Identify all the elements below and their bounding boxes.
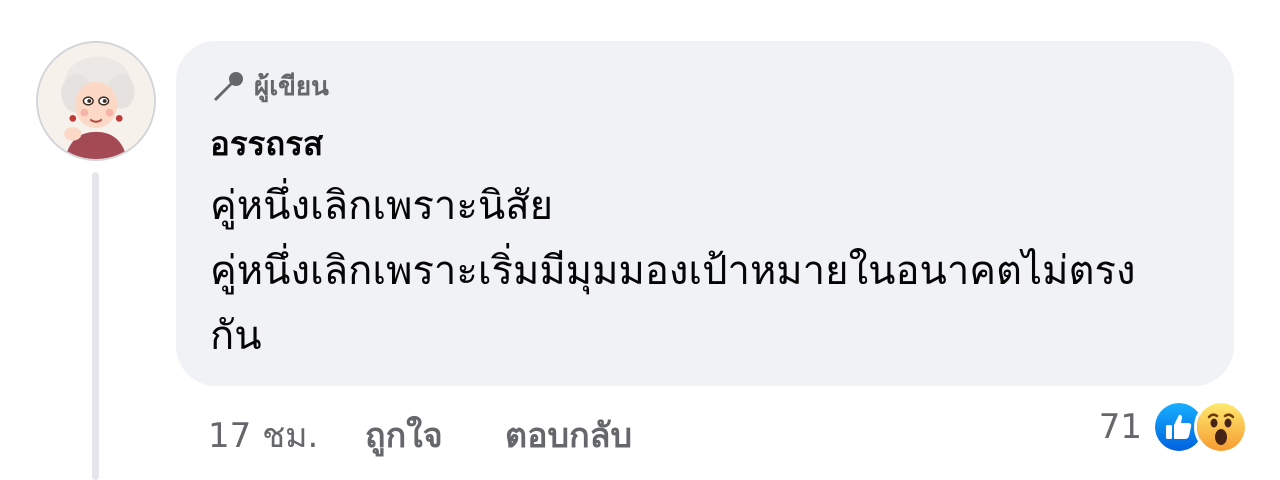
reaction-summary[interactable]: 71 [1099,400,1248,454]
author-badge: ผู้เขียน [210,66,329,107]
like-button[interactable]: ถูกใจ [365,408,443,462]
author-badge-label: ผู้เขียน [254,72,329,102]
microphone-icon [214,71,243,101]
timestamp[interactable]: 17 ชม. [208,408,318,462]
comment-text-line: กัน [210,313,262,359]
author-name[interactable]: อรรถรส [210,117,323,170]
wow-icon [1194,400,1248,454]
comment-item: ผู้เขียน อรรถรส คู่หนึ่งเลิกเพราะนิสัย ค… [0,0,1280,480]
comment-bubble: ผู้เขียน อรรถรส คู่หนึ่งเลิกเพราะนิสัย ค… [176,41,1234,386]
comment-text-line: คู่หนึ่งเลิกเพราะเริ่มมีมุมมองเป้าหมายใน… [210,248,1136,294]
reaction-count: 71 [1098,407,1142,447]
comment-actions: 17 ชม. ถูกใจ ตอบกลับ 71 [0,400,1280,460]
reply-button[interactable]: ตอบกลับ [505,408,632,462]
comment-text: คู่หนึ่งเลิกเพราะนิสัย คู่หนึ่งเลิกเพราะ… [210,174,1210,369]
avatar[interactable] [36,41,156,161]
comment-text-line: คู่หนึ่งเลิกเพราะนิสัย [210,183,554,229]
